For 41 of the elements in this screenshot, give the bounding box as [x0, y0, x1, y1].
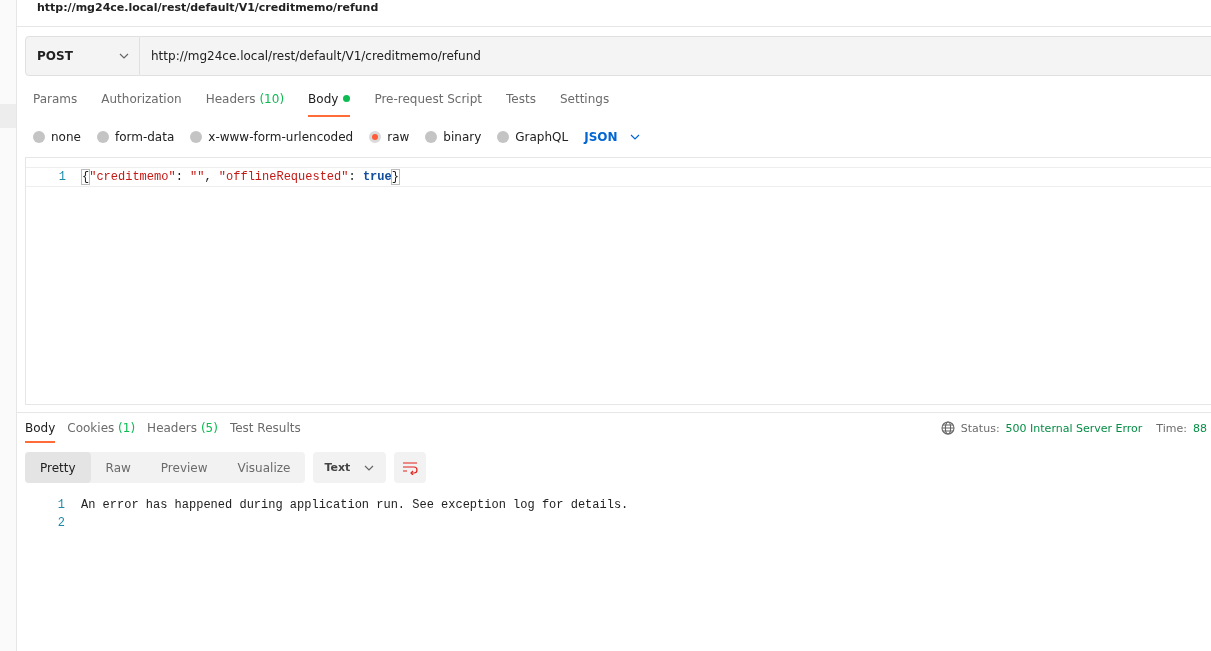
request-tab[interactable]: Pre-request Script: [374, 90, 483, 117]
view-mode-tab[interactable]: Pretty: [25, 452, 91, 483]
globe-icon: [940, 421, 955, 435]
time-value: 88: [1193, 421, 1207, 435]
view-mode-tab[interactable]: Visualize: [222, 452, 306, 483]
body-type-radio[interactable]: binary: [425, 130, 482, 144]
response-tab[interactable]: Body: [25, 421, 56, 443]
request-tab[interactable]: Params: [33, 90, 78, 117]
format-dropdown[interactable]: Text: [313, 452, 387, 483]
status-label: Status:: [960, 421, 1000, 435]
body-type-radio[interactable]: GraphQL: [497, 130, 569, 144]
method-dropdown[interactable]: POST: [25, 36, 140, 76]
response-tab[interactable]: Headers (5): [147, 421, 218, 443]
code-line: {"creditmemo": "", "offlineRequested": true}: [82, 170, 399, 184]
wrap-lines-button[interactable]: [394, 452, 427, 483]
request-tab[interactable]: Tests: [506, 90, 536, 117]
url-field[interactable]: http://mg24ce.local/rest/default/V1/creditmemo/refund: [140, 36, 1211, 76]
request-title: http://mg24ce.local/rest/default/V1/creditmemo/refund: [37, 1, 380, 14]
response-text: An error has happened during application run. See exception log for details.: [81, 498, 629, 512]
line-number: 1: [57, 170, 67, 184]
chevron-down-icon: [364, 464, 375, 471]
request-tab[interactable]: Authorization: [101, 90, 182, 117]
request-tab[interactable]: Settings: [559, 90, 610, 117]
request-tab[interactable]: Headers (10): [205, 90, 285, 117]
chevron-down-icon: [629, 134, 640, 140]
response-tab[interactable]: Test Results: [229, 421, 301, 443]
request-tab[interactable]: Body: [308, 90, 351, 117]
body-type-radio[interactable]: raw: [369, 130, 410, 144]
body-type-radio[interactable]: none: [33, 130, 81, 144]
line-number: 1: [56, 498, 66, 512]
chevron-down-icon: [119, 53, 129, 59]
wrap-icon: [402, 460, 419, 475]
body-type-radio[interactable]: form-data: [96, 130, 175, 144]
body-type-radio[interactable]: x-www-form-urlencoded: [190, 130, 354, 144]
response-tab[interactable]: Cookies (1): [67, 421, 136, 443]
format-dropdown[interactable]: JSON: [584, 130, 640, 144]
line-number: 2: [56, 516, 66, 530]
time-label: Time:: [1156, 421, 1187, 435]
status-value: 500 Internal Server Error: [1005, 421, 1143, 435]
view-mode-tab[interactable]: Raw: [90, 452, 146, 483]
view-mode-tab[interactable]: Preview: [145, 452, 223, 483]
